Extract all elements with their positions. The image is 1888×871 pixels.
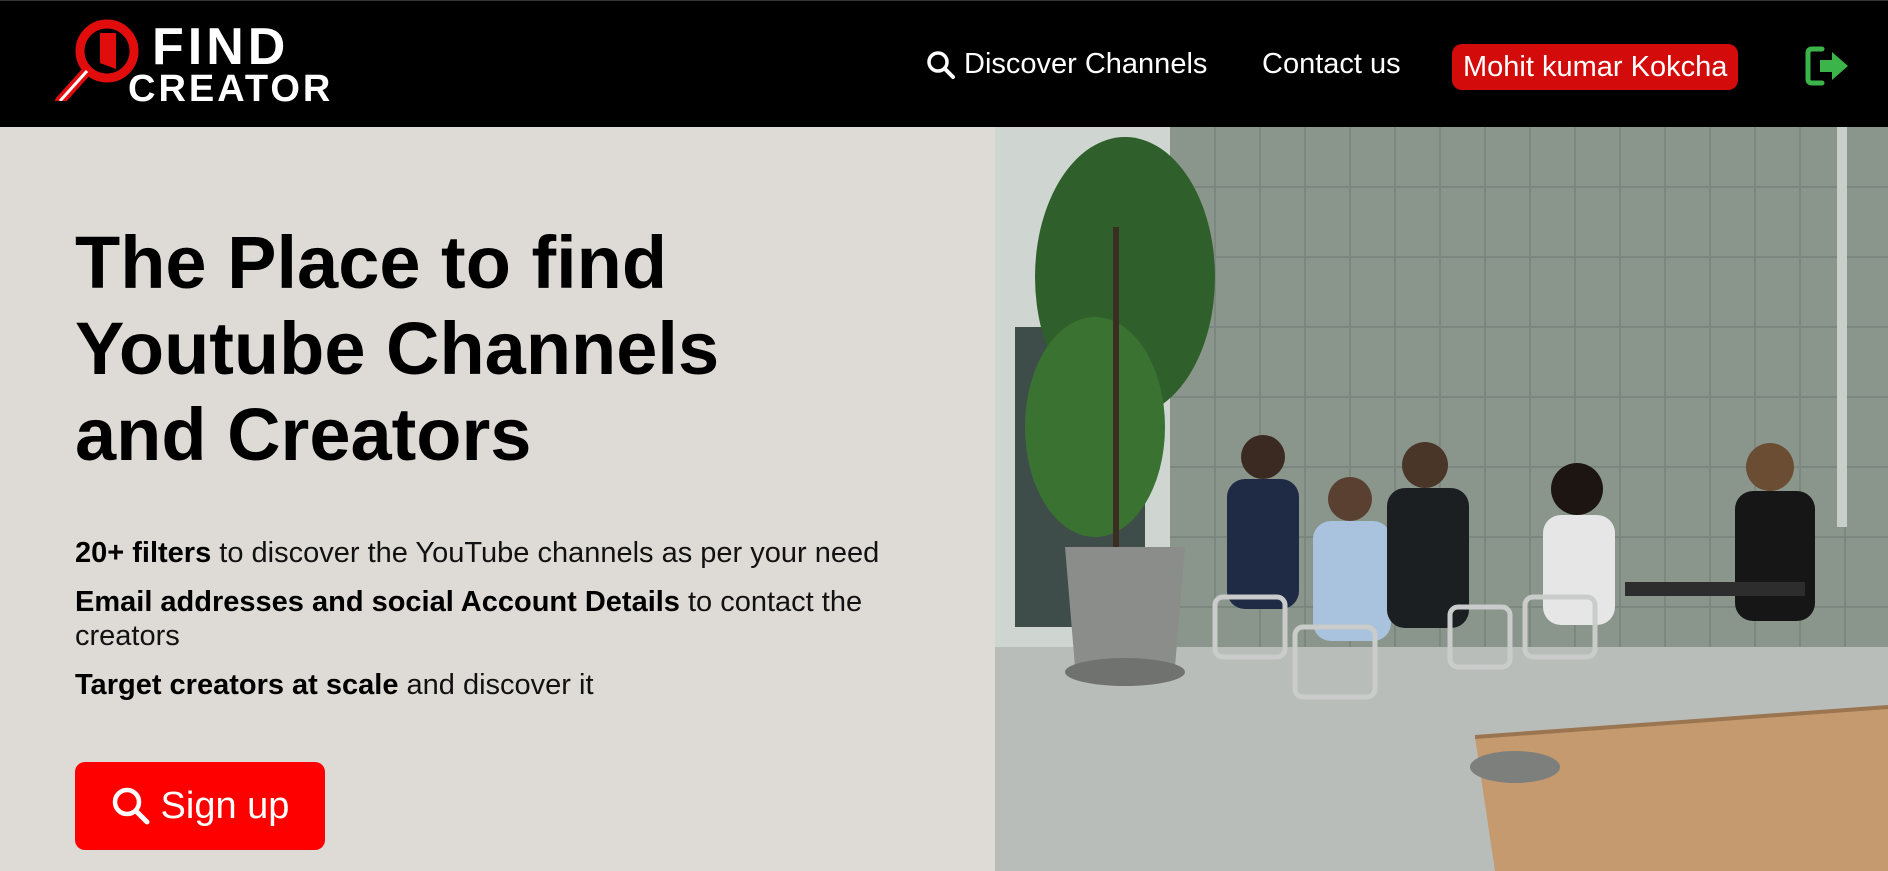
- logo-text-find: FIND: [152, 18, 290, 76]
- hero-title: The Place to find Youtube Channels and C…: [75, 220, 975, 478]
- top-navigation-bar: FIND CREATOR Discover Channels Contact u…: [0, 0, 1888, 127]
- feature-contacts: Email addresses and social Account Detai…: [75, 585, 935, 653]
- logout-icon: [1805, 46, 1848, 86]
- hero-title-line: Youtube Channels: [75, 307, 720, 390]
- hero-office-photo: [995, 127, 1888, 871]
- office-meeting-illustration: [995, 127, 1888, 871]
- hero-title-line: and Creators: [75, 393, 532, 476]
- nav-discover-channels[interactable]: Discover Channels: [926, 1, 1207, 128]
- feature-text: and discover it: [398, 669, 594, 701]
- feature-bold: Email addresses and social Account Detai…: [75, 586, 680, 618]
- search-icon: [112, 787, 150, 825]
- search-icon: [927, 50, 955, 79]
- user-account-button[interactable]: Mohit kumar Kokcha: [1452, 44, 1739, 90]
- feature-bold: 20+ filters: [75, 537, 212, 569]
- nav-contact-label: Contact us: [1262, 48, 1401, 80]
- nav-discover-label: Discover Channels: [964, 48, 1208, 80]
- feature-scale: Target creators at scale and discover it: [75, 668, 935, 702]
- nav-contact-us[interactable]: Contact us: [1262, 1, 1401, 128]
- signup-button[interactable]: Sign up: [75, 762, 325, 850]
- hero-title-line: The Place to find: [75, 221, 668, 304]
- logo-text-creator: CREATOR: [128, 68, 334, 110]
- logout-button[interactable]: [1804, 45, 1852, 92]
- feature-bold: Target creators at scale: [75, 669, 399, 701]
- signup-label: Sign up: [160, 784, 290, 827]
- feature-text: to discover the YouTube channels as per …: [211, 537, 880, 569]
- find-creator-logo[interactable]: FIND CREATOR: [52, 11, 342, 111]
- feature-filters: 20+ filters to discover the YouTube chan…: [75, 536, 935, 570]
